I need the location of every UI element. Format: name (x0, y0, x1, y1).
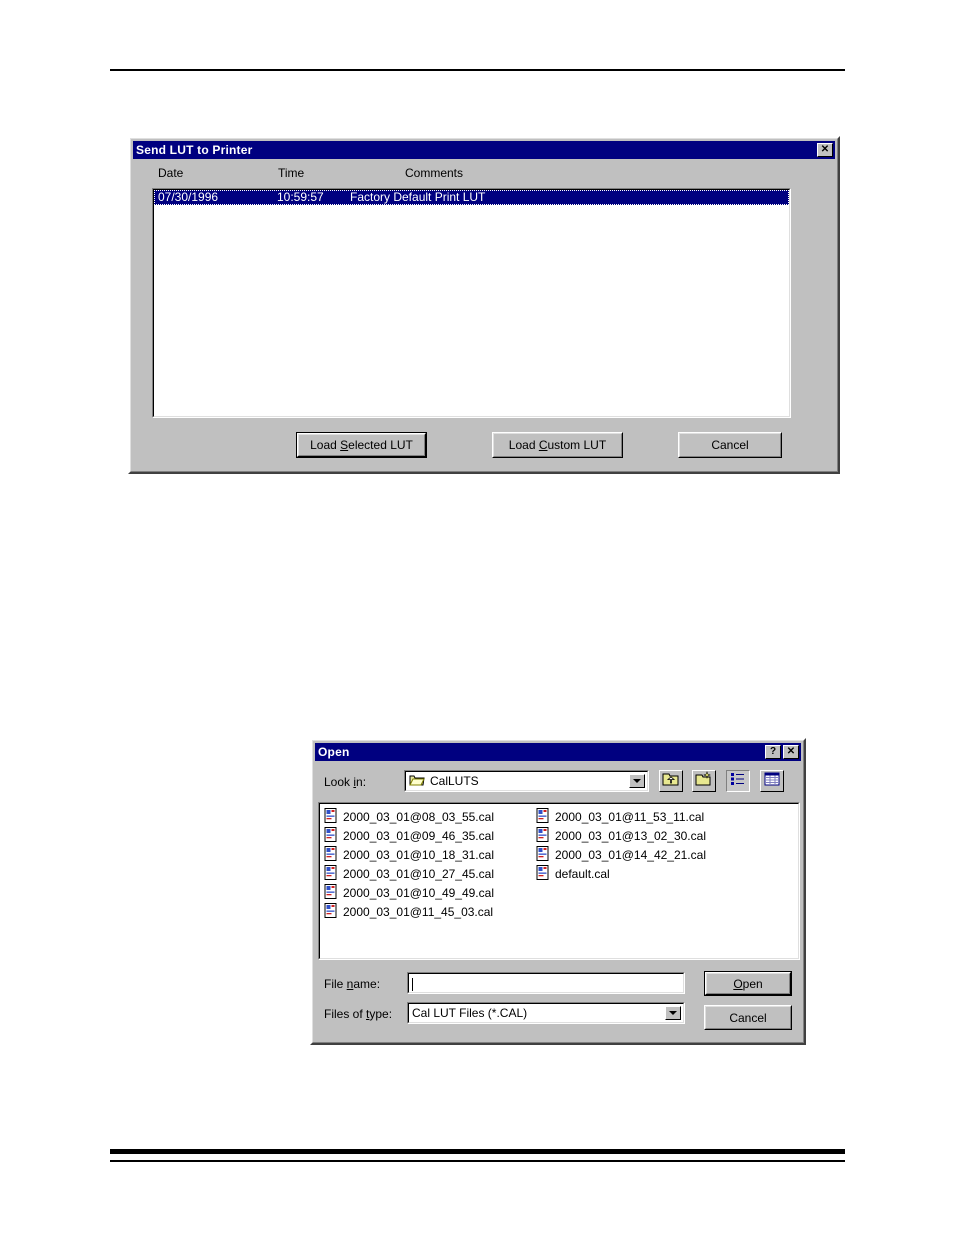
cal-file-icon (324, 807, 338, 826)
file-name-text: default.cal (555, 866, 610, 881)
close-icon[interactable]: ✕ (783, 745, 799, 759)
file-list-inner: 2000_03_01@08_03_55.cal 2000_03_01@09_46… (319, 803, 799, 959)
list-item[interactable]: default.cal (536, 864, 706, 883)
cal-file-icon (324, 864, 338, 883)
file-name-text: 2000_03_01@14_42_21.cal (555, 847, 706, 862)
file-name-label: File name: (324, 977, 381, 991)
list-item[interactable]: 2000_03_01@11_45_03.cal (324, 902, 536, 921)
files-of-type-inner: Cal LUT Files (*.CAL) (408, 1003, 684, 1023)
files-of-type-value: Cal LUT Files (*.CAL) (412, 1006, 528, 1020)
list-view-icon (730, 772, 746, 791)
send-lut-titlebar: Send LUT to Printer ✕ (133, 141, 835, 159)
file-name-text: 2000_03_01@10_18_31.cal (343, 847, 494, 862)
send-lut-title-buttons: ✕ (817, 143, 833, 157)
page-header-rule (110, 69, 845, 71)
lut-listbox[interactable]: 07/30/1996 10:59:57 Factory Default Prin… (152, 188, 791, 418)
file-list-columns: 2000_03_01@08_03_55.cal 2000_03_01@09_46… (320, 804, 798, 958)
file-column-1: 2000_03_01@08_03_55.cal 2000_03_01@09_46… (324, 807, 536, 958)
open-dialog: Open ? ✕ Look in: CalLUTS 2000_03_01@08_… (310, 738, 806, 1045)
lut-listbox-inner: 07/30/1996 10:59:57 Factory Default Prin… (153, 189, 790, 417)
column-header-date: Date (158, 166, 184, 180)
load-custom-lut-label: Load Custom LUT (508, 438, 607, 452)
cancel-button-label: Cancel (729, 1010, 767, 1025)
send-lut-to-printer-dialog: Send LUT to Printer ✕ Date Time Comments… (128, 136, 840, 474)
details-view-button[interactable] (760, 770, 784, 792)
files-of-type-label: Files of type: (324, 1007, 393, 1021)
list-item[interactable]: 2000_03_01@10_18_31.cal (324, 845, 536, 864)
look-in-combo[interactable]: CalLUTS (404, 770, 649, 792)
load-custom-lut-button[interactable]: Load Custom LUT (492, 432, 623, 458)
open-title: Open (318, 745, 350, 759)
files-of-type-value-wrap: Cal LUT Files (*.CAL) (412, 1004, 663, 1022)
open-button-label: Open (733, 976, 763, 991)
chevron-down-icon[interactable] (629, 774, 645, 788)
cal-file-icon (536, 864, 550, 883)
list-item[interactable]: 2000_03_01@08_03_55.cal (324, 807, 536, 826)
table-row[interactable]: 07/30/1996 10:59:57 Factory Default Prin… (154, 190, 789, 205)
file-column-2: 2000_03_01@11_53_11.cal 2000_03_01@13_02… (536, 807, 706, 958)
row-date: 07/30/1996 (158, 190, 219, 204)
file-name-text: 2000_03_01@11_45_03.cal (343, 904, 494, 919)
list-item[interactable]: 2000_03_01@10_49_49.cal (324, 883, 536, 902)
folder-up-icon (662, 771, 680, 792)
cancel-label: Cancel (711, 438, 749, 452)
column-header-comments: Comments (405, 166, 464, 180)
cal-file-icon (324, 826, 338, 845)
page-footer-rule-thick (110, 1149, 845, 1154)
list-item[interactable]: 2000_03_01@09_46_35.cal (324, 826, 536, 845)
open-title-buttons: ? ✕ (765, 745, 799, 759)
load-selected-lut-label: Load Selected LUT (310, 438, 413, 452)
chevron-down-icon[interactable] (665, 1006, 681, 1020)
file-name-text: 2000_03_01@11_53_11.cal (555, 809, 705, 824)
cancel-button[interactable]: Cancel (678, 432, 782, 458)
look-in-value: CalLUTS (430, 774, 479, 788)
file-name-text: 2000_03_01@09_46_35.cal (343, 828, 494, 843)
lut-column-headers: Date Time Comments (130, 166, 838, 184)
file-name-text: 2000_03_01@10_49_49.cal (343, 885, 494, 900)
open-titlebar: Open ? ✕ (315, 743, 801, 761)
row-comments: Factory Default Print LUT (350, 190, 486, 204)
row-time: 10:59:57 (277, 190, 324, 204)
new-folder-icon (695, 770, 713, 792)
file-name-text: 2000_03_01@10_27_45.cal (343, 866, 494, 881)
send-lut-title: Send LUT to Printer (136, 143, 253, 157)
cal-file-icon (536, 826, 550, 845)
text-cursor (412, 978, 413, 991)
cal-file-icon (536, 807, 550, 826)
create-new-folder-button[interactable] (692, 770, 716, 792)
list-item[interactable]: 2000_03_01@13_02_30.cal (536, 826, 706, 845)
page-footer-rule-thin (110, 1160, 845, 1162)
cal-file-icon (324, 883, 338, 902)
file-name-input-inner (408, 973, 684, 993)
list-item[interactable]: 2000_03_01@14_42_21.cal (536, 845, 706, 864)
cal-file-icon (536, 845, 550, 864)
open-folder-icon (409, 773, 425, 790)
help-icon[interactable]: ? (765, 745, 781, 759)
file-list[interactable]: 2000_03_01@08_03_55.cal 2000_03_01@09_46… (318, 802, 800, 960)
look-in-value-wrap: CalLUTS (409, 772, 627, 790)
up-one-level-button[interactable] (659, 770, 683, 792)
list-item[interactable]: 2000_03_01@11_53_11.cal (536, 807, 706, 826)
look-in-combo-inner: CalLUTS (405, 771, 648, 791)
open-button[interactable]: Open (704, 971, 792, 996)
file-name-text: 2000_03_01@08_03_55.cal (343, 809, 494, 824)
details-view-icon (764, 772, 780, 791)
load-selected-lut-button[interactable]: Load Selected LUT (296, 432, 427, 458)
cal-file-icon (324, 845, 338, 864)
column-header-time: Time (278, 166, 305, 180)
files-of-type-combo[interactable]: Cal LUT Files (*.CAL) (407, 1002, 685, 1024)
cal-file-icon (324, 902, 338, 921)
close-icon[interactable]: ✕ (817, 143, 833, 157)
cancel-button[interactable]: Cancel (704, 1005, 792, 1030)
look-in-label: Look in: (324, 775, 367, 789)
list-item[interactable]: 2000_03_01@10_27_45.cal (324, 864, 536, 883)
file-name-input[interactable] (407, 972, 685, 994)
file-name-text: 2000_03_01@13_02_30.cal (555, 828, 706, 843)
list-view-button[interactable] (726, 770, 750, 792)
